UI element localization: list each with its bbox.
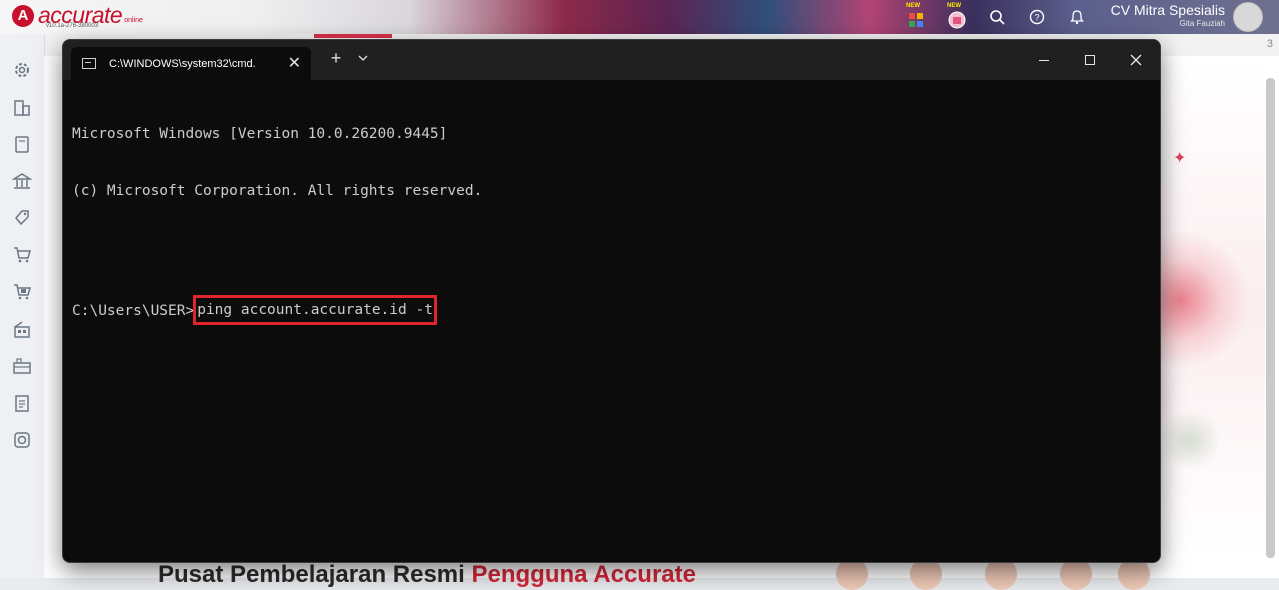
book-icon[interactable] <box>10 132 34 156</box>
version-label: v10.1a-276-380003 <box>46 23 99 29</box>
terminal-titlebar[interactable]: C:\WINDOWS\system32\cmd. ✕ + <box>63 40 1160 80</box>
terminal-tab[interactable]: C:\WINDOWS\system32\cmd. ✕ <box>71 47 311 80</box>
tab-count[interactable]: 3 <box>1267 38 1273 50</box>
tab-close-icon[interactable]: ✕ <box>288 53 301 73</box>
new-feature-gift-icon[interactable]: NEW <box>946 3 968 29</box>
dashboard-icon[interactable] <box>10 428 34 452</box>
svg-text:?: ? <box>1034 13 1039 23</box>
app-header: A accurate online v10.1a-276-380003 NEW … <box>0 0 1279 34</box>
warehouse-icon[interactable] <box>10 317 34 341</box>
new-tab-button[interactable]: + <box>325 48 347 69</box>
cmd-icon <box>82 58 96 69</box>
new-feature-grid-icon[interactable]: NEW <box>905 3 927 28</box>
search-icon[interactable] <box>986 6 1008 28</box>
minimize-button[interactable] <box>1024 46 1064 74</box>
prompt-line: C:\Users\USER> ping account.accurate.id -… <box>72 295 482 325</box>
heading-part2: Pengguna Accurate <box>471 561 696 588</box>
factory-icon[interactable] <box>10 354 34 378</box>
minimize-icon <box>1039 59 1049 61</box>
avatar[interactable] <box>1233 2 1263 32</box>
company-name[interactable]: CV Mitra Spesialis <box>1111 2 1225 18</box>
terminal-window[interactable]: C:\WINDOWS\system32\cmd. ✕ + Microsoft W… <box>62 39 1161 563</box>
console-line: (c) Microsoft Corporation. All rights re… <box>72 183 483 199</box>
accurate-logo-mark: A <box>12 4 34 27</box>
page-scrollbar[interactable] <box>1266 78 1275 558</box>
command-highlight: ping account.accurate.id -t <box>193 295 437 325</box>
report-icon[interactable] <box>10 391 34 415</box>
console-line: Microsoft Windows [Version 10.0.26200.94… <box>72 126 448 142</box>
tag-icon[interactable] <box>10 206 34 230</box>
command-text: ping account.accurate.id -t <box>197 302 433 318</box>
maximize-button[interactable] <box>1070 46 1110 74</box>
new-badge: NEW <box>906 3 920 9</box>
sparkle-icon: ✦ <box>1173 150 1187 167</box>
console-line-empty <box>72 239 482 258</box>
learning-center-heading: Pusat Pembelajaran Resmi Pengguna Accura… <box>158 561 696 589</box>
new-badge: NEW <box>947 3 961 9</box>
help-icon[interactable]: ? <box>1026 6 1048 28</box>
active-app-tab[interactable] <box>314 34 392 38</box>
accurate-logo-sub: online <box>124 17 143 24</box>
prompt: C:\Users\USER> <box>72 303 195 319</box>
gear-icon[interactable] <box>10 58 34 82</box>
bank-icon[interactable] <box>10 169 34 193</box>
cart-icon[interactable] <box>10 243 34 267</box>
cart-return-icon[interactable] <box>10 280 34 304</box>
building-icon[interactable] <box>10 95 34 119</box>
bell-icon[interactable] <box>1066 6 1088 28</box>
sidebar <box>0 34 45 578</box>
promo-banner-art <box>1160 60 1265 560</box>
maximize-icon <box>1085 55 1095 65</box>
terminal-tab-title: C:\WINDOWS\system32\cmd. <box>109 57 256 70</box>
close-button[interactable] <box>1116 46 1156 74</box>
close-icon <box>1130 54 1142 66</box>
heading-part1: Pusat Pembelajaran Resmi <box>158 561 472 588</box>
user-name: Gita Fauziah <box>1179 19 1225 28</box>
terminal-scrollbar[interactable] <box>1153 84 1156 556</box>
console-output[interactable]: Microsoft Windows [Version 10.0.26200.94… <box>72 87 482 353</box>
chevron-down-icon[interactable] <box>354 52 372 64</box>
